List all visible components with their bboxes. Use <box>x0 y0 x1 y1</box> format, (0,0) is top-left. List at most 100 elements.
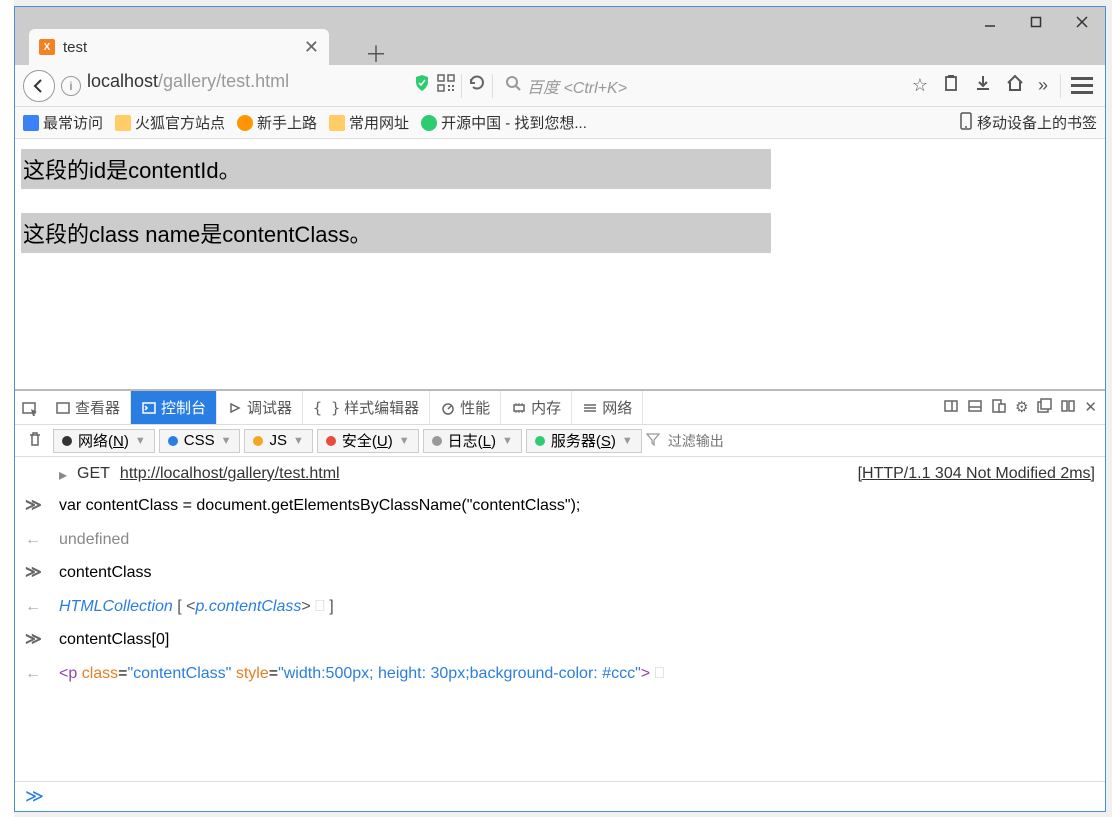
firefox-icon <box>237 115 253 131</box>
devtools-tabs: 查看器 控制台 调试器 { } 样式编辑器 性能 内存 <box>15 391 1105 425</box>
popout-icon[interactable] <box>1036 398 1052 418</box>
console-output-line: ← undefined <box>15 523 1105 557</box>
browser-window: X test ✕ ＋ i localhost/gallery/test.html <box>14 6 1106 812</box>
console-text: var contentClass = document.getElementsB… <box>59 493 1095 519</box>
filter-server[interactable]: 服务器(S)▼ <box>526 429 642 453</box>
folder-icon <box>329 115 345 131</box>
console-output[interactable]: ▸ GET http://localhost/gallery/test.html… <box>15 457 1105 781</box>
bookmark-label: 移动设备上的书签 <box>977 112 1097 133</box>
bookmark-mobile[interactable]: 移动设备上的书签 <box>959 112 1097 134</box>
bookmark-label: 常用网址 <box>349 112 409 133</box>
console-prompt[interactable]: ≫ <box>15 781 1105 811</box>
minimize-button[interactable] <box>967 7 1013 37</box>
xampp-favicon-icon: X <box>39 39 55 55</box>
dock-bottom-icon[interactable] <box>967 398 983 418</box>
tab-label: 样式编辑器 <box>344 397 419 418</box>
tab-console[interactable]: 控制台 <box>131 391 217 424</box>
browser-tab[interactable]: X test ✕ <box>29 29 329 65</box>
tab-title: test <box>63 39 296 56</box>
close-window-button[interactable] <box>1059 7 1105 37</box>
paragraph-contentclass: 这段的class name是contentClass。 <box>21 213 771 253</box>
filter-input[interactable] <box>664 433 1099 449</box>
bookmark-getting-started[interactable]: 新手上路 <box>237 112 317 133</box>
split-icon[interactable] <box>1060 398 1076 418</box>
tab-style-editor[interactable]: { } 样式编辑器 <box>303 391 430 424</box>
tab-performance[interactable]: 性能 <box>430 391 501 424</box>
settings-icon[interactable]: ⚙ <box>1015 398 1028 418</box>
new-tab-button[interactable]: ＋ <box>365 37 387 69</box>
responsive-icon[interactable] <box>991 398 1007 418</box>
tab-memory[interactable]: 内存 <box>501 391 572 424</box>
bookmark-label: 开源中国 - 找到您想... <box>441 112 587 133</box>
tab-debugger[interactable]: 调试器 <box>217 391 303 424</box>
back-button[interactable] <box>23 70 55 102</box>
filter-css[interactable]: CSS▼ <box>159 429 241 453</box>
tab-inspector[interactable]: 查看器 <box>45 391 131 424</box>
tab-network[interactable]: 网络 <box>572 391 643 424</box>
paragraph-contentid: 这段的id是contentId。 <box>21 149 771 189</box>
download-icon[interactable] <box>974 74 992 97</box>
maximize-button[interactable] <box>1013 7 1059 37</box>
console-text: <p class="contentClass" style="width:500… <box>59 661 1095 687</box>
overflow-icon[interactable]: » <box>1038 75 1048 96</box>
console-input-line: ≫ var contentClass = document.getElement… <box>15 489 1105 523</box>
tab-label: 调试器 <box>247 397 292 418</box>
bookmark-label: 新手上路 <box>257 112 317 133</box>
filter-js[interactable]: JS▼ <box>244 429 312 453</box>
background-edge <box>0 0 14 817</box>
shield-icon[interactable] <box>413 74 431 97</box>
bookmark-label: 火狐官方站点 <box>135 112 225 133</box>
tab-label: 控制台 <box>161 397 206 418</box>
menu-button[interactable] <box>1067 71 1097 101</box>
url-host: localhost <box>87 71 158 91</box>
bookmark-common-sites[interactable]: 常用网址 <box>329 112 409 133</box>
search-icon <box>505 75 521 96</box>
tab-label: 查看器 <box>75 397 120 418</box>
url-input[interactable]: localhost/gallery/test.html <box>87 71 407 101</box>
star-icon[interactable]: ☆ <box>912 75 928 96</box>
request-url[interactable]: http://localhost/gallery/test.html <box>120 465 340 485</box>
search-box[interactable]: 百度 <Ctrl+K> <box>499 71 900 101</box>
url-bar: i localhost/gallery/test.html 百度 <Ctrl+K… <box>15 65 1105 107</box>
close-tab-icon[interactable]: ✕ <box>304 37 319 58</box>
output-arrow-icon: ← <box>25 527 45 553</box>
element-picker-icon[interactable] <box>15 399 45 417</box>
console-text: HTMLCollection [ <p.contentClass> ⎕ ] <box>59 594 1095 620</box>
bookmark-label: 最常访问 <box>43 112 103 133</box>
clipboard-icon[interactable] <box>942 74 960 97</box>
clear-console-icon[interactable] <box>21 431 49 451</box>
input-arrow-icon: ≫ <box>25 560 45 586</box>
titlebar: X test ✕ ＋ <box>15 7 1105 65</box>
home-icon[interactable] <box>1006 74 1024 97</box>
site-info-icon[interactable]: i <box>61 76 81 96</box>
http-status: [HTTP/1.1 304 Not Modified 2ms] <box>858 465 1095 485</box>
tab-label: 性能 <box>460 397 490 418</box>
output-arrow-icon: ← <box>25 661 45 687</box>
page-content: 这段的id是contentId。 这段的class name是contentCl… <box>15 139 1105 389</box>
reload-button[interactable] <box>468 74 486 97</box>
filter-security[interactable]: 安全(U)▼ <box>317 429 419 453</box>
expand-icon[interactable]: ▸ <box>59 465 67 485</box>
console-input-line: ≫ contentClass <box>15 556 1105 590</box>
console-output-line: ← HTMLCollection [ <p.contentClass> ⎕ ] <box>15 590 1105 624</box>
mobile-icon <box>959 112 973 134</box>
most-visited-icon <box>23 115 39 131</box>
bookmark-most-visited[interactable]: 最常访问 <box>23 112 103 133</box>
bookmarks-bar: 最常访问 火狐官方站点 新手上路 常用网址 开源中国 - 找到您想... 移动设… <box>15 107 1105 139</box>
oschina-icon <box>421 115 437 131</box>
qr-icon[interactable] <box>437 74 455 97</box>
devtools: 查看器 控制台 调试器 { } 样式编辑器 性能 内存 <box>15 389 1105 811</box>
tab-label: 内存 <box>531 397 561 418</box>
console-input-line: ≫ contentClass[0] <box>15 623 1105 657</box>
input-arrow-icon: ≫ <box>25 627 45 653</box>
close-devtools-icon[interactable]: ✕ <box>1084 398 1097 418</box>
bookmark-oschina[interactable]: 开源中国 - 找到您想... <box>421 112 587 133</box>
console-filters: 网络(N)▼ CSS▼ JS▼ 安全(U)▼ 日志(L)▼ 服务器(S)▼ <box>15 425 1105 457</box>
output-arrow-icon: ← <box>25 594 45 620</box>
console-net-entry[interactable]: ▸ GET http://localhost/gallery/test.html… <box>15 461 1105 489</box>
filter-network[interactable]: 网络(N)▼ <box>53 429 155 453</box>
dock-side-icon[interactable] <box>943 398 959 418</box>
filter-log[interactable]: 日志(L)▼ <box>423 429 522 453</box>
bookmark-firefox-official[interactable]: 火狐官方站点 <box>115 112 225 133</box>
filter-funnel-icon <box>646 432 660 450</box>
